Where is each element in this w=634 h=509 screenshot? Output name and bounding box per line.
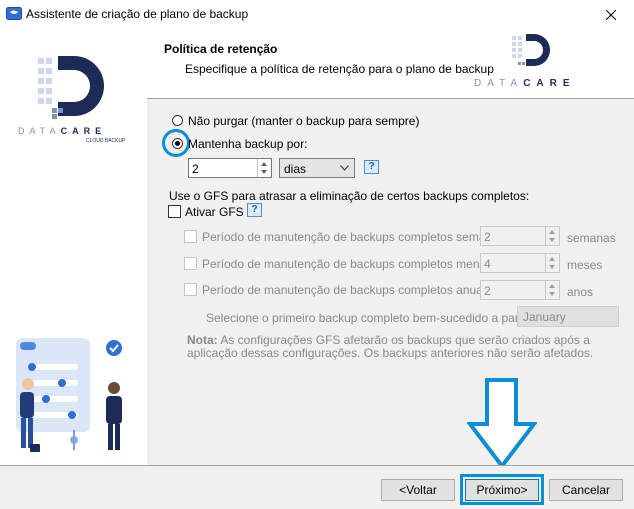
no-purge-radio[interactable] [172,115,183,126]
monthly-value: 4 [484,257,491,271]
help-icon[interactable]: ? [364,160,379,174]
brand-word-data: DATA [18,126,61,136]
keep-duration-value: 2 [192,162,199,176]
close-icon [606,10,616,20]
note-label: Nota: [187,333,218,347]
monthly-unit: meses [567,258,603,272]
weekly-unit: semanas [567,231,616,245]
weekly-checkbox[interactable] [184,230,197,243]
enable-gfs-label: Ativar GFS [185,205,244,219]
note-text: As configurações GFS afetarão os backups… [187,333,594,360]
wizard-footer: <Voltar Próximo> Cancelar [0,466,634,509]
back-button[interactable]: <Voltar [381,479,455,501]
retention-panel: Não purgar (manter o backup para sempre)… [147,99,634,470]
title-bar: Assistente de criação de plano de backup [0,0,634,30]
header-brand-wordmark: DATACARE [474,78,576,89]
cancel-button[interactable]: Cancelar [549,479,623,501]
page-title: Política de retenção [164,42,278,56]
gfs-intro-text: Use o GFS para atrasar a eliminação de c… [169,189,530,203]
next-button[interactable]: Próximo> [465,479,539,501]
weekly-spin-arrows[interactable] [545,227,559,245]
monthly-label: Período de manutenção de backups complet… [202,257,505,271]
radio-highlight-circle [162,129,190,157]
yearly-spin-arrows[interactable] [545,281,559,299]
gfs-note: Nota: As configurações GFS afetarão os b… [187,334,607,360]
brand-logo-mark [36,52,108,127]
wizard-sidebar: DATACARE CLOUD BACKUP [0,30,147,465]
duration-unit-value: dias [284,162,307,176]
duration-unit-select[interactable]: dias [279,158,355,178]
monthly-stepper[interactable]: 4 [480,253,560,273]
yearly-label: Período de manutenção de backups complet… [202,283,495,297]
brand-tagline: CLOUD BACKUP [86,138,126,144]
yearly-stepper[interactable]: 2 [480,280,560,300]
header-brand-word-care: CARE [523,78,576,89]
weekly-label: Período de manutenção de backups complet… [202,230,511,244]
enable-gfs-checkbox[interactable] [168,205,181,218]
monthly-spin-arrows[interactable] [545,254,559,272]
page-subtitle: Especifique a política de retenção para … [185,62,494,76]
first-backup-month-select[interactable]: January [517,306,619,327]
weekly-stepper[interactable]: 2 [480,226,560,246]
gfs-help-icon[interactable]: ? [247,203,262,217]
keep-backup-label: Mantenha backup por: [188,137,308,151]
keep-duration-spin-arrows[interactable] [257,159,271,177]
brand-word-care: CARE [60,126,107,136]
page-header: Política de retenção Especifique a polít… [147,30,634,98]
app-icon [6,7,22,21]
no-purge-label: Não purgar (manter o backup para sempre) [188,114,420,128]
first-backup-label: Selecione o primeiro backup completo bem… [206,311,549,325]
keep-duration-stepper[interactable]: 2 [188,158,272,178]
yearly-checkbox[interactable] [184,283,197,296]
yearly-value: 2 [484,284,491,298]
chevron-down-icon [340,165,349,171]
brand-wordmark: DATACARE [18,126,106,136]
yearly-unit: anos [567,285,594,299]
monthly-checkbox[interactable] [184,257,197,270]
down-arrow-annotation-icon [465,378,539,471]
window-title: Assistente de criação de plano de backup [26,7,249,21]
close-button[interactable] [588,0,634,30]
weekly-value: 2 [484,230,491,244]
team-illustration [6,326,142,459]
header-brand-word-data: DATA [474,78,524,89]
first-backup-month-value: January [523,310,566,324]
